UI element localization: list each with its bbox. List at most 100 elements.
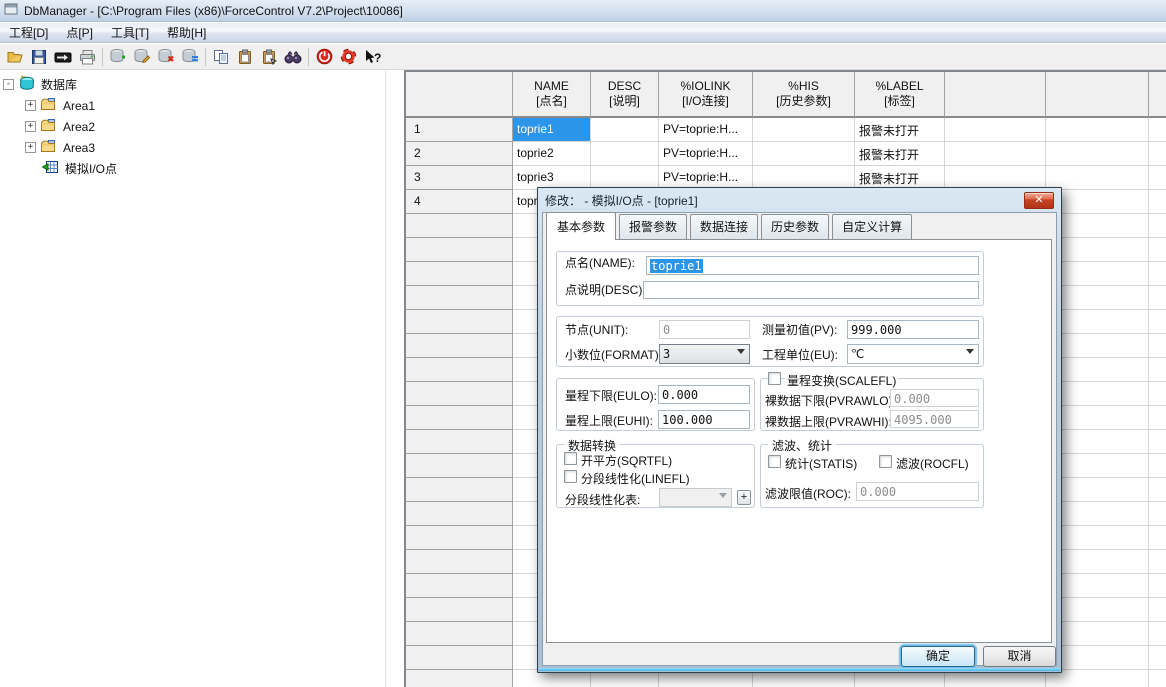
row-header[interactable] <box>406 430 513 454</box>
expand-expander-icon[interactable]: + <box>25 121 36 132</box>
cell-name[interactable]: toprie1 <box>513 118 591 142</box>
row-header[interactable]: 1 <box>406 118 513 142</box>
rocfl-checkbox[interactable] <box>879 455 892 468</box>
cell-empty[interactable] <box>1149 646 1166 670</box>
tree-item-area3[interactable]: + Area3 <box>0 137 385 158</box>
close-icon[interactable]: ✕ <box>1024 192 1054 209</box>
save-button[interactable] <box>27 45 51 68</box>
cell-empty[interactable] <box>945 118 1046 142</box>
menu-tools[interactable]: 工具[T] <box>102 22 158 43</box>
cell-empty[interactable] <box>1149 430 1166 454</box>
cell-empty[interactable] <box>1149 334 1166 358</box>
paste-button[interactable] <box>233 45 257 68</box>
ok-button[interactable]: 确定 <box>901 646 975 667</box>
context-help-button[interactable]: ? <box>360 45 384 68</box>
row-header[interactable] <box>406 406 513 430</box>
tree-item-database[interactable]: - 数据库 <box>0 74 385 95</box>
row-header[interactable] <box>406 382 513 406</box>
cell-empty[interactable] <box>1149 670 1166 687</box>
scalefl-checkbox[interactable] <box>768 372 781 385</box>
row-header[interactable] <box>406 646 513 670</box>
tree-label[interactable]: Area2 <box>60 119 98 135</box>
cell-empty[interactable] <box>1149 622 1166 646</box>
linetable-combo[interactable] <box>659 488 732 507</box>
eulo-input[interactable]: 0.000 <box>658 385 750 404</box>
row-header[interactable] <box>406 310 513 334</box>
cell-empty[interactable] <box>1149 142 1166 166</box>
cell-empty[interactable] <box>1149 118 1166 142</box>
col-header-desc[interactable]: DESC[说明] <box>591 72 659 118</box>
db-edit-button[interactable] <box>130 45 154 68</box>
paste-special-button[interactable] <box>257 45 281 68</box>
cell-empty[interactable] <box>1046 142 1149 166</box>
cell-desc[interactable] <box>591 118 659 142</box>
print-button[interactable] <box>75 45 99 68</box>
pvrawhi-input[interactable]: 4095.000 <box>890 410 979 428</box>
unit-input[interactable]: 0 <box>659 320 750 339</box>
col-header-empty[interactable] <box>1149 72 1166 118</box>
col-header-empty[interactable] <box>945 72 1046 118</box>
copy-button[interactable] <box>209 45 233 68</box>
row-header[interactable] <box>406 550 513 574</box>
row-header[interactable]: 3 <box>406 166 513 190</box>
collapse-expander-icon[interactable]: - <box>3 79 14 90</box>
find-button[interactable] <box>281 45 305 68</box>
tree-item-analog-io[interactable]: 模拟I/O点 <box>0 158 385 179</box>
expand-expander-icon[interactable]: + <box>25 142 36 153</box>
cell-empty[interactable] <box>1149 454 1166 478</box>
cancel-button[interactable]: 取消 <box>983 646 1056 667</box>
db-delete-button[interactable] <box>154 45 178 68</box>
row-header[interactable] <box>406 502 513 526</box>
point-name-input[interactable]: toprie1 <box>646 256 979 275</box>
menu-point[interactable]: 点[P] <box>57 22 102 43</box>
cell-empty[interactable] <box>1149 214 1166 238</box>
cell-empty[interactable] <box>1149 286 1166 310</box>
cell-empty[interactable] <box>1149 478 1166 502</box>
cell-label[interactable]: 报警未打开 <box>855 118 945 142</box>
linefl-checkbox[interactable] <box>564 470 577 483</box>
expand-expander-icon[interactable]: + <box>25 100 36 111</box>
point-desc-input[interactable] <box>643 281 979 299</box>
tab-alarm-params[interactable]: 报警参数 <box>619 214 687 239</box>
stop-button[interactable] <box>312 45 336 68</box>
cell-empty[interactable] <box>1149 238 1166 262</box>
row-header[interactable] <box>406 526 513 550</box>
db-link-button[interactable] <box>178 45 202 68</box>
tree-label[interactable]: 模拟I/O点 <box>62 159 120 178</box>
row-header[interactable] <box>406 358 513 382</box>
euhi-input[interactable]: 100.000 <box>658 410 750 429</box>
row-header[interactable] <box>406 334 513 358</box>
row-header[interactable] <box>406 598 513 622</box>
row-header[interactable] <box>406 670 513 687</box>
statis-checkbox[interactable] <box>768 455 781 468</box>
tree-label[interactable]: Area3 <box>60 140 98 156</box>
tab-custom-calc[interactable]: 自定义计算 <box>832 214 912 239</box>
row-header[interactable] <box>406 454 513 478</box>
cell-label[interactable]: 报警未打开 <box>855 142 945 166</box>
col-header-name[interactable]: NAME[点名] <box>513 72 591 118</box>
tree-item-area2[interactable]: + Area2 <box>0 116 385 137</box>
cell-empty[interactable] <box>1149 382 1166 406</box>
row-header[interactable] <box>406 262 513 286</box>
cell-empty[interactable] <box>1149 358 1166 382</box>
row-header[interactable] <box>406 238 513 262</box>
cell-empty[interactable] <box>1149 190 1166 214</box>
row-header[interactable] <box>406 478 513 502</box>
corner-header-cell[interactable] <box>406 72 513 118</box>
tab-data-link[interactable]: 数据连接 <box>690 214 758 239</box>
col-header-label[interactable]: %LABEL[标签] <box>855 72 945 118</box>
cell-empty[interactable] <box>1149 526 1166 550</box>
cell-empty[interactable] <box>1149 406 1166 430</box>
col-header-iolink[interactable]: %IOLINK[I/O连接] <box>659 72 753 118</box>
cell-empty[interactable] <box>1149 262 1166 286</box>
cell-name[interactable]: toprie2 <box>513 142 591 166</box>
tree-item-area1[interactable]: + Area1 <box>0 95 385 116</box>
tree-label[interactable]: 数据库 <box>38 75 80 94</box>
eu-combo[interactable]: ℃ <box>847 344 979 364</box>
cell-his[interactable] <box>753 118 855 142</box>
tab-basic-params[interactable]: 基本参数 <box>546 212 616 240</box>
pv-input[interactable]: 999.000 <box>847 320 979 339</box>
menu-project[interactable]: 工程[D] <box>0 22 57 43</box>
cell-desc[interactable] <box>591 142 659 166</box>
row-header[interactable] <box>406 214 513 238</box>
